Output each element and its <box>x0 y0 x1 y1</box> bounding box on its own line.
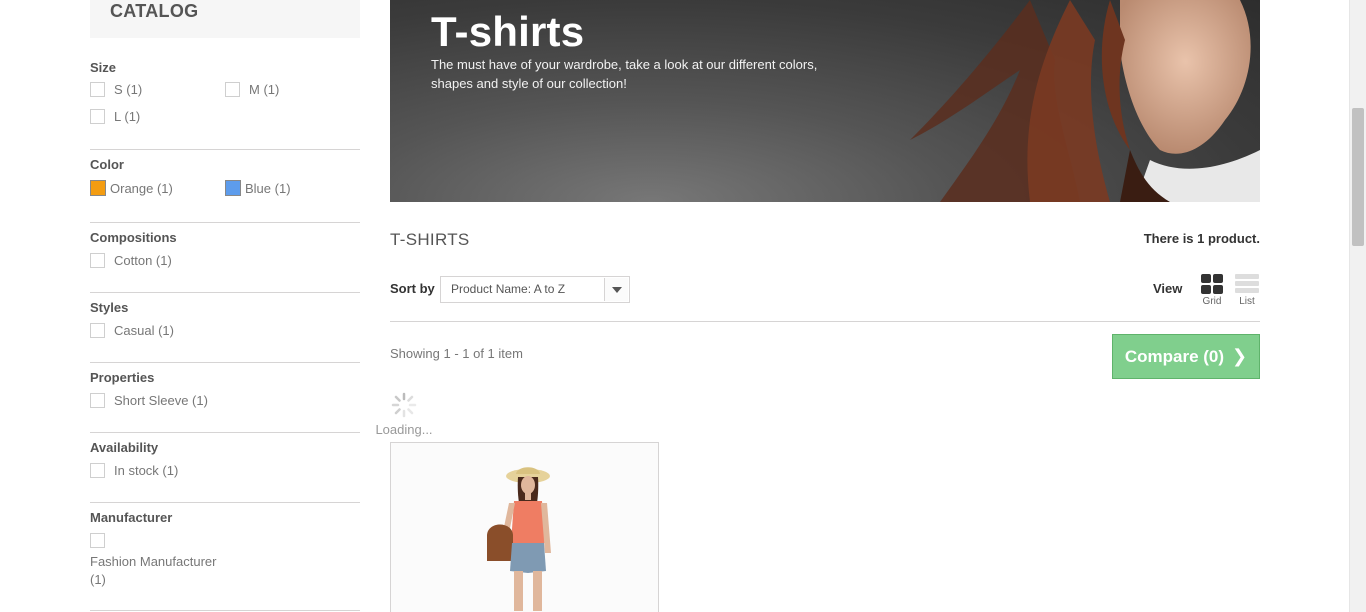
divider <box>390 321 1260 322</box>
filter-option-cotton[interactable]: Cotton (1) <box>90 253 172 268</box>
filter-title: Color <box>90 157 124 172</box>
filter-title: Styles <box>90 300 129 315</box>
filter-option-color-orange[interactable]: Orange (1) <box>90 180 173 196</box>
layered-navigation: CATALOG Size S (1) M (1) L (1) Color Ora… <box>90 0 360 611</box>
filter-manufacturer: Manufacturer Fashion Manufacturer (1) <box>90 503 360 611</box>
filter-option-short-sleeve[interactable]: Short Sleeve (1) <box>90 393 208 408</box>
filter-compositions: Compositions Cotton (1) <box>90 223 360 293</box>
showing-count: Showing 1 - 1 of 1 item <box>390 346 523 361</box>
banner-title: T-shirts <box>431 8 585 55</box>
checkbox[interactable] <box>90 393 105 408</box>
color-swatch-blue[interactable] <box>225 180 241 196</box>
view-label: View <box>1153 281 1183 296</box>
sort-label: Sort by <box>390 281 435 296</box>
product-count: There is 1 product. <box>1143 231 1260 246</box>
banner-description: The must have of your wardrobe, take a l… <box>431 57 818 91</box>
list-view-button[interactable]: List <box>1234 274 1260 307</box>
grid-label: Grid <box>1202 296 1222 307</box>
filter-size: Size S (1) M (1) L (1) <box>90 38 360 150</box>
checkbox[interactable] <box>90 533 105 548</box>
model-portrait-image <box>910 0 1260 202</box>
sort-selected-value: Product Name: A to Z <box>451 282 566 296</box>
checkbox[interactable] <box>225 82 240 97</box>
category-title: T-SHIRTS <box>390 230 470 249</box>
product-card[interactable] <box>390 442 659 612</box>
category-banner: T-shirts The must have of your wardrobe,… <box>390 0 1260 202</box>
catalog-heading: CATALOG <box>90 0 360 38</box>
filter-option-fashion-manufacturer[interactable]: Fashion Manufacturer (1) <box>90 553 230 589</box>
filter-color: Color Orange (1) Blue (1) <box>90 150 360 223</box>
color-swatch-orange[interactable] <box>90 180 106 196</box>
filter-properties: Properties Short Sleeve (1) <box>90 363 360 433</box>
grid-icon <box>1201 274 1223 294</box>
filter-title: Compositions <box>90 230 177 245</box>
filter-styles: Styles Casual (1) <box>90 293 360 363</box>
checkbox[interactable] <box>90 82 105 97</box>
filter-title: Size <box>90 60 117 75</box>
filter-option-in-stock[interactable]: In stock (1) <box>90 463 178 478</box>
loading-text: Loading... <box>375 422 433 437</box>
filter-title: Manufacturer <box>90 510 173 525</box>
filter-option-size-s[interactable]: S (1) <box>90 82 142 97</box>
filter-title: Properties <box>90 370 155 385</box>
checkbox[interactable] <box>90 253 105 268</box>
checkbox[interactable] <box>90 323 105 338</box>
compare-label: Compare (0) <box>1124 346 1225 366</box>
center-column: T-shirts The must have of your wardrobe,… <box>375 0 1260 612</box>
sort-select[interactable]: Product Name: A to Z <box>440 276 630 303</box>
filter-option-color-blue[interactable]: Blue (1) <box>225 180 291 196</box>
page-scrollbar[interactable] <box>1349 0 1366 612</box>
filter-option-size-m[interactable]: M (1) <box>225 82 279 97</box>
filter-title: Availability <box>90 440 159 455</box>
list-label: List <box>1239 296 1255 307</box>
grid-view-button[interactable]: Grid <box>1199 274 1225 307</box>
chevron-right-icon: ❯ <box>1232 346 1248 366</box>
filter-availability: Availability In stock (1) <box>90 433 360 503</box>
product-image[interactable] <box>391 443 659 612</box>
scrollbar-thumb[interactable] <box>1352 108 1364 246</box>
loading-indicator: Loading... <box>374 392 434 437</box>
compare-button[interactable]: Compare (0) ❯ <box>1112 334 1260 379</box>
spinner-icon <box>391 392 417 418</box>
filter-option-casual[interactable]: Casual (1) <box>90 323 174 338</box>
checkbox[interactable] <box>90 109 105 124</box>
list-icon <box>1235 274 1259 294</box>
checkbox[interactable] <box>90 463 105 478</box>
filter-option-size-l[interactable]: L (1) <box>90 109 140 124</box>
chevron-down-icon[interactable] <box>604 278 628 301</box>
